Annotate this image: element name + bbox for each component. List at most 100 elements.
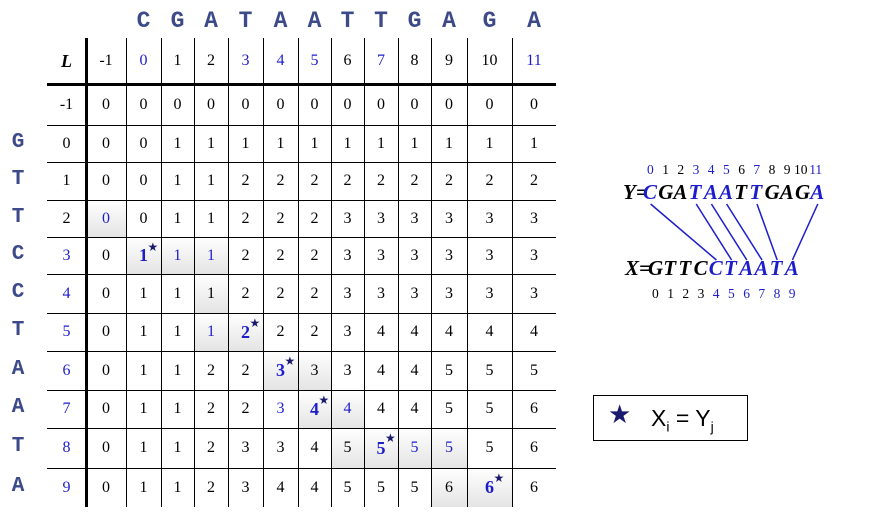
table-cell: 2 (241, 209, 250, 227)
table-cell: 5 (331, 428, 364, 468)
grid-line (47, 237, 556, 238)
star-icon: ★ (249, 316, 261, 330)
grid-line (47, 468, 556, 469)
table-cell: 3 (445, 209, 453, 227)
x-letter: T (11, 168, 25, 191)
table-cell: 3 (343, 323, 352, 340)
grid-line (431, 38, 432, 507)
row-header: 7 (62, 400, 71, 417)
row-header: 9 (62, 478, 71, 496)
y-letter: T (238, 8, 253, 34)
table-cell: 1 (485, 134, 494, 152)
grid-line (47, 83, 556, 86)
table-cell: 6 (530, 400, 538, 417)
star-icon: ★ (284, 354, 296, 368)
col-header: 10 (481, 52, 498, 69)
grid-line (85, 38, 88, 507)
grid-line (47, 313, 556, 314)
table-cell: 2 (485, 172, 494, 189)
table-cell: 3 (276, 439, 285, 456)
table-cell: 4 (331, 390, 364, 428)
x-char: T (663, 256, 677, 280)
grid-line (364, 38, 365, 507)
row-header: 6 (62, 361, 71, 379)
table-cell: 0 (102, 172, 110, 189)
col-header: 1 (173, 52, 182, 69)
y-index: 0 (647, 162, 654, 177)
y-char: A (779, 180, 794, 204)
x-letter: A (11, 474, 25, 498)
table-cell: 0 (410, 95, 419, 113)
table-cell: 1 (445, 134, 453, 152)
grid-line (398, 38, 399, 507)
table-cell: 4 (377, 323, 385, 340)
table-cell: 2 (310, 172, 319, 189)
y-char: A (703, 180, 718, 204)
x-index: 2 (682, 286, 690, 301)
table-cell: 0 (102, 361, 110, 379)
table-cell: 1 (194, 313, 228, 351)
x-letter: G (11, 130, 25, 154)
table-cell: 3 (377, 284, 385, 302)
table-cell: 3 (343, 209, 352, 227)
y-letter: G (407, 8, 422, 34)
x-letter: C (11, 280, 25, 304)
table-cell: 0 (102, 323, 110, 340)
table-cell: 1 (173, 400, 182, 417)
table-cell: 0 (102, 284, 110, 302)
col-header: 0 (139, 52, 148, 69)
table-cell: 3 (485, 284, 494, 302)
table-cell: 1 (207, 134, 215, 152)
grid-line (161, 38, 162, 507)
table-cell: 2 (276, 209, 285, 227)
row-header: 1 (62, 172, 71, 189)
y-letter: C (136, 8, 151, 34)
table-cell: 3 (241, 439, 250, 456)
table-cell: 1 (410, 134, 419, 152)
alignment-link (791, 203, 819, 261)
grid-line (263, 38, 264, 507)
table-cell: 1 (173, 284, 182, 302)
table-cell: 0 (102, 246, 110, 264)
legend-y: Y (695, 405, 711, 431)
col-header: 7 (377, 52, 385, 69)
table-cell: 2 (310, 209, 319, 227)
table-cell: 3 (410, 246, 419, 264)
table-cell: 5 (485, 439, 494, 456)
table-cell: 0 (102, 478, 110, 496)
grid-line (331, 38, 332, 507)
x-letter: T (11, 205, 25, 229)
table-cell: 0 (139, 134, 148, 152)
col-header: 11 (526, 52, 542, 69)
table-cell: 5 (343, 478, 352, 496)
table-cell: 5 (530, 361, 538, 379)
alignment-link (725, 203, 763, 261)
table-cell: 2 (530, 172, 538, 189)
table-cell: 3 (241, 478, 250, 496)
table-cell: 4 (310, 478, 319, 496)
y-letter: A (442, 8, 456, 34)
table-cell: 0 (343, 95, 352, 113)
x-char: A (754, 256, 769, 280)
x-index: 0 (652, 286, 659, 301)
x-char: T (769, 256, 783, 280)
table-cell: 5 (410, 478, 419, 496)
table-cell: 1 (194, 237, 228, 274)
grid-line (47, 351, 556, 352)
table-cell: 2 (276, 246, 285, 264)
row-header: -1 (59, 95, 74, 113)
table-cell: 4 (485, 323, 494, 340)
table-cell: 5 (445, 400, 453, 417)
col-header: 4 (276, 52, 285, 69)
x-letter: C (11, 242, 25, 266)
y-index: 5 (723, 162, 730, 177)
table-cell: 4 (410, 323, 419, 340)
table-cell: 1 (139, 478, 148, 496)
table-cell: 1 (139, 284, 148, 302)
col-header: 6 (343, 52, 352, 69)
alignment-link (695, 203, 733, 261)
lcs-diagram: C G A T A A T T G A G A G T T C C T A A T A L -1 0 1 2 3 4 5 6 7 8 9 10 11-… (0, 0, 892, 514)
table-cell: 2 (377, 172, 385, 189)
y-char: T (688, 180, 702, 204)
table-cell: 4 (410, 400, 419, 417)
